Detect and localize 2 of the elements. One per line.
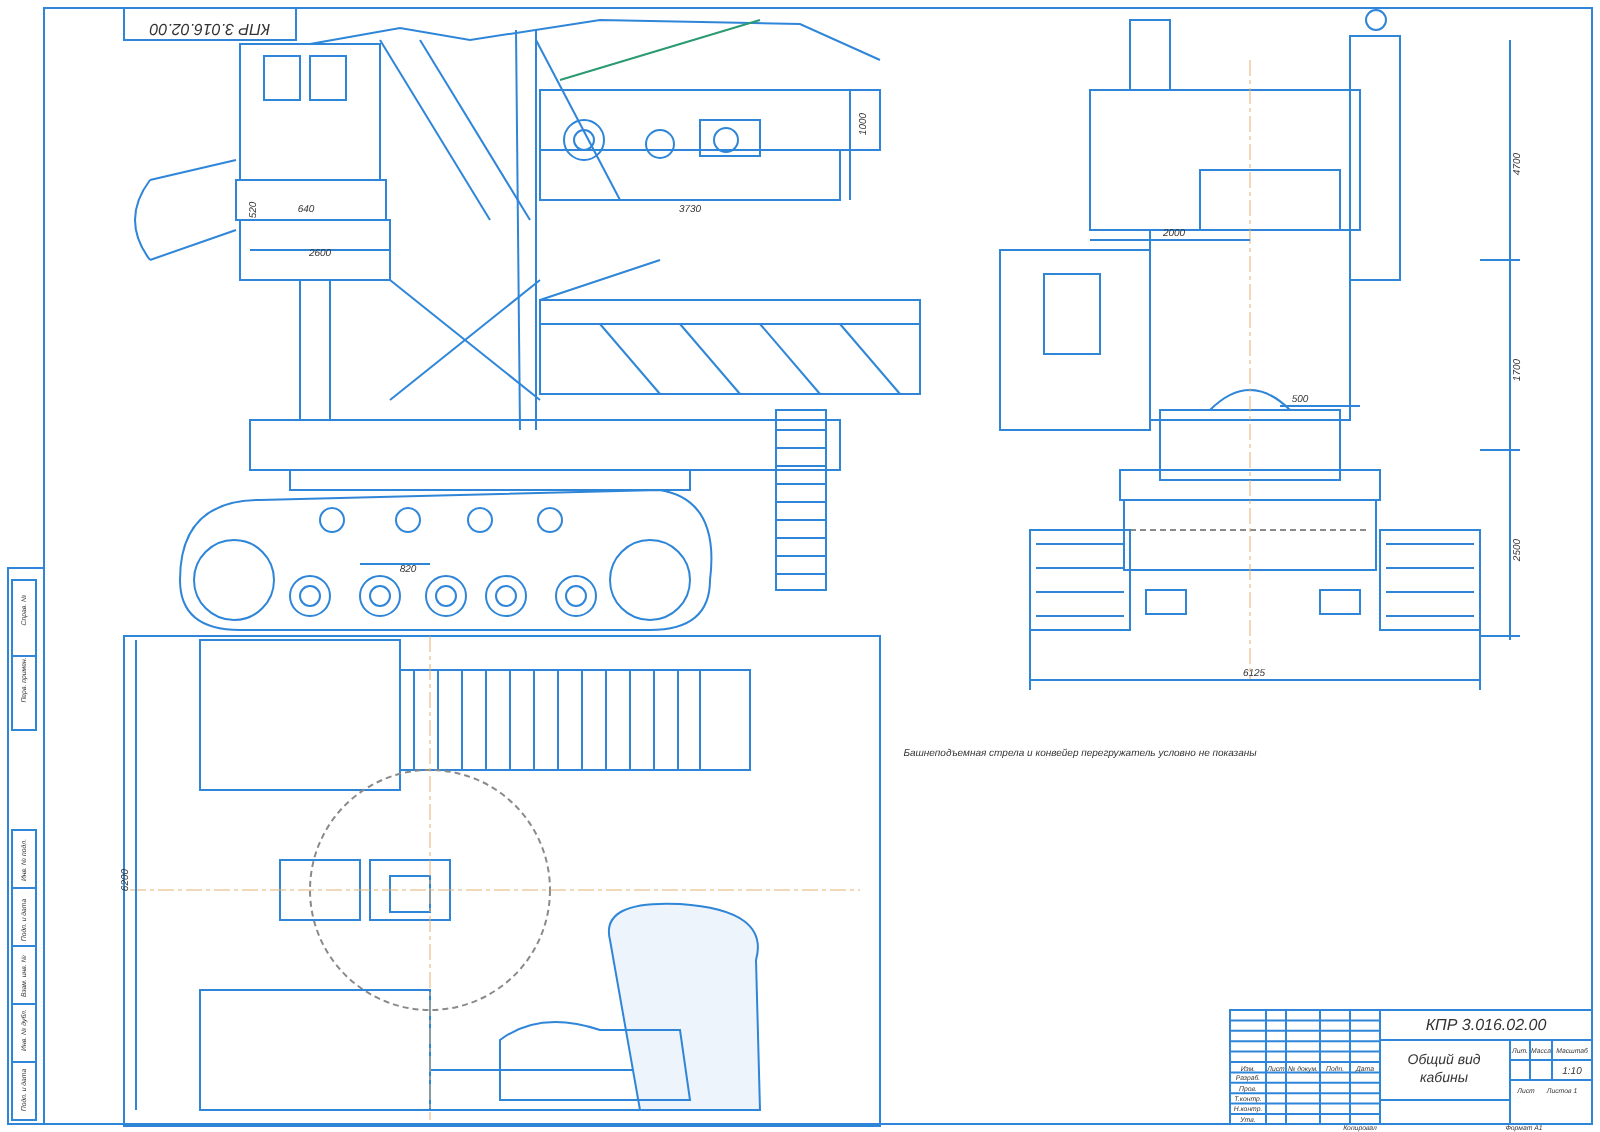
drawing-designation: КПР 3.016.02.00: [1425, 1016, 1547, 1034]
stamp-designation: КПР 3.016.02.00: [149, 20, 271, 38]
